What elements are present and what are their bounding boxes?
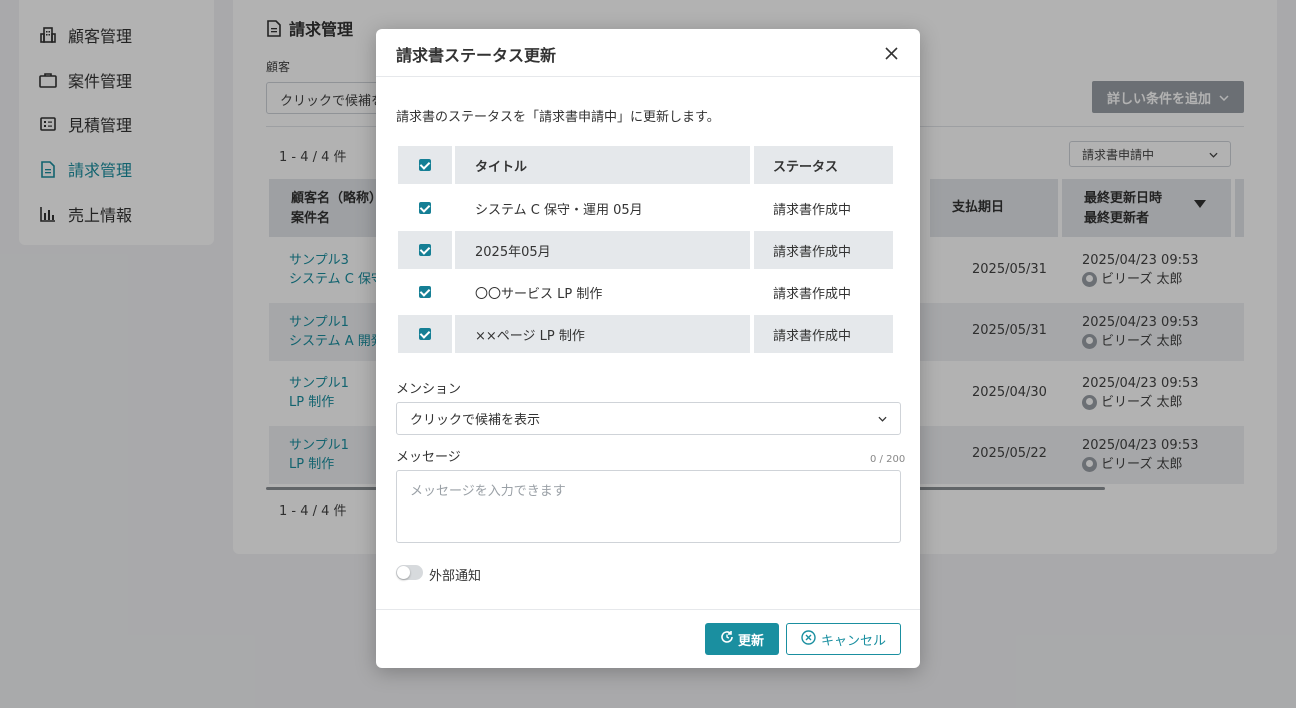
message-char-count: 0 / 200 [870, 454, 906, 465]
select-all-checkbox[interactable] [419, 159, 431, 171]
status-update-modal: 請求書ステータス更新 請求書のステータスを「請求書申請中」に更新します。 タイト… [376, 29, 920, 668]
row-checkbox[interactable] [419, 328, 431, 340]
row-checkbox-cell [398, 189, 452, 227]
mention-select[interactable]: クリックで候補を表示 [396, 402, 901, 435]
row-title: 2025年05月 [455, 231, 750, 269]
cancel-button[interactable]: キャンセル [786, 623, 901, 655]
chevron-down-icon [878, 411, 887, 426]
external-notify-toggle[interactable] [396, 565, 423, 580]
row-title: システム C 保守・運用 05月 [475, 202, 643, 218]
modal-title: 請求書ステータス更新 [396, 46, 557, 65]
row-checkbox-cell [398, 231, 452, 269]
column-header-status: ステータス [754, 146, 893, 184]
row-checkbox[interactable] [419, 244, 431, 256]
modal-description: 請求書のステータスを「請求書申請中」に更新します。 [396, 110, 720, 125]
row-status: 請求書作成中 [773, 286, 852, 302]
row-checkbox[interactable] [419, 202, 431, 214]
message-label: メッセージ [396, 450, 461, 465]
message-textarea[interactable] [396, 470, 901, 543]
mention-label: メンション [396, 382, 462, 397]
row-checkbox[interactable] [419, 286, 431, 298]
modal-header: 請求書ステータス更新 [376, 29, 920, 77]
refresh-icon [720, 630, 734, 648]
cancel-circle-icon [801, 629, 816, 649]
row-status: 請求書作成中 [773, 202, 852, 218]
row-checkbox-cell [398, 273, 452, 311]
column-header-title: タイトル [455, 146, 750, 184]
close-icon[interactable] [881, 43, 901, 63]
modal-footer-divider [376, 609, 920, 610]
select-all-cell [398, 146, 452, 184]
update-button[interactable]: 更新 [705, 623, 779, 655]
row-status: 請求書作成中 [754, 315, 893, 353]
row-title: ××ページ LP 制作 [455, 315, 750, 353]
row-status: 請求書作成中 [754, 231, 893, 269]
external-notify-label: 外部通知 [429, 569, 482, 584]
row-checkbox-cell [398, 315, 452, 353]
row-title: 〇〇サービス LP 制作 [475, 286, 603, 302]
